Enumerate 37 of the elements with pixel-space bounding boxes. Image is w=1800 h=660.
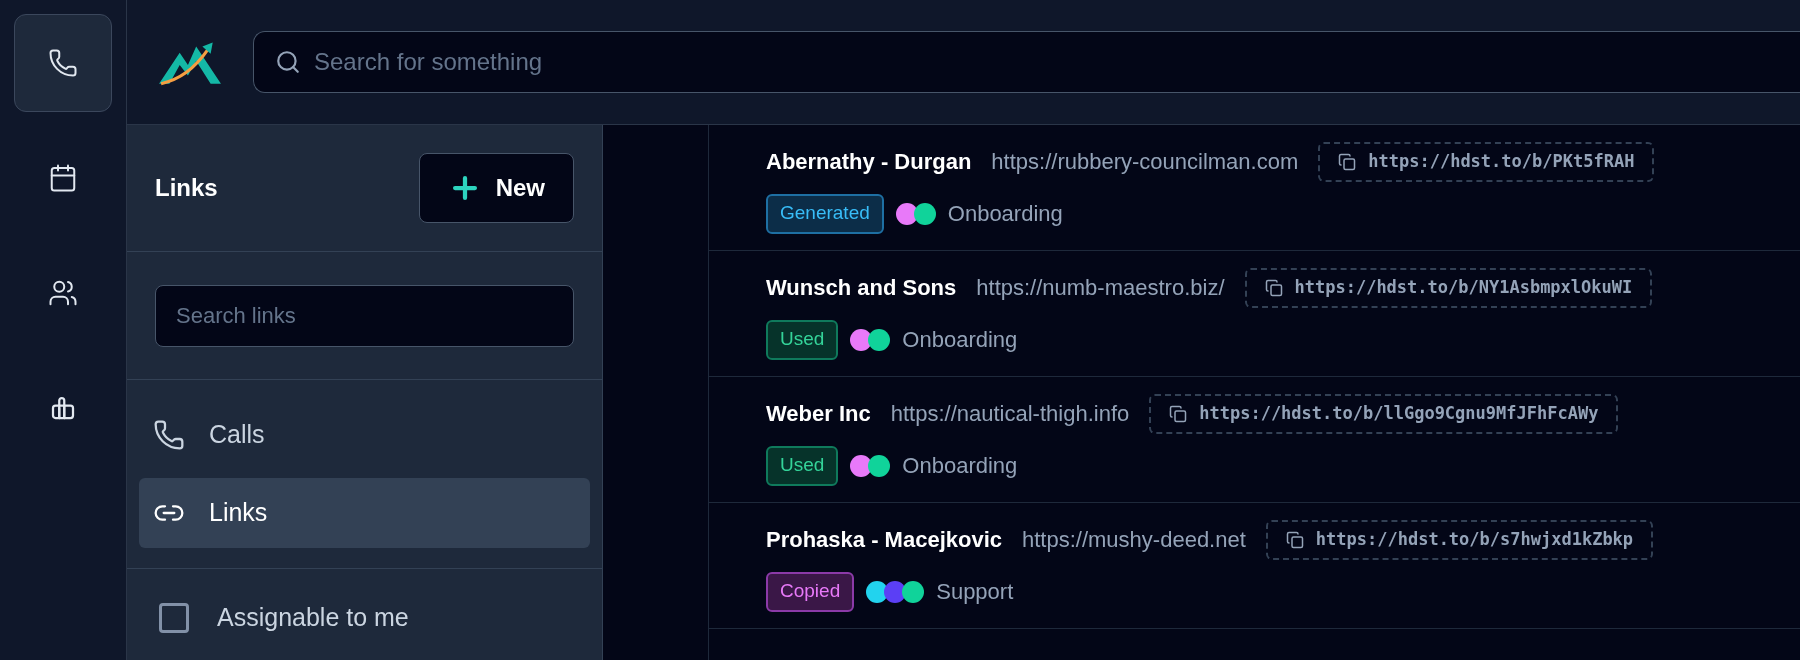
- short-link-button[interactable]: https://hdst.to/b/llGgo9Cgnu9MfJFhFcAWy: [1149, 393, 1619, 434]
- sidebar-item[interactable]: Calls: [139, 400, 590, 470]
- company-name: Prohaska - Macejkovic: [766, 526, 1002, 554]
- copy-icon: [1169, 404, 1188, 423]
- phone-icon: [153, 419, 185, 451]
- copy-icon: [1338, 152, 1357, 171]
- search-field[interactable]: Search for something: [253, 31, 1800, 93]
- group-label: Onboarding: [902, 326, 1018, 354]
- new-button[interactable]: New: [418, 153, 574, 223]
- checkbox[interactable]: [159, 602, 189, 633]
- users-icon: [48, 278, 78, 308]
- checkbox-label: Assignable to me: [217, 602, 409, 633]
- company-name: Wunsch and Sons: [766, 274, 957, 302]
- website-link[interactable]: https://mushy-deed.net: [1022, 523, 1246, 556]
- group-label: Onboarding: [902, 452, 1018, 480]
- short-link-button[interactable]: https://hdst.to/b/NY1AsbmpxlOkuWI: [1244, 267, 1653, 308]
- website-link[interactable]: https://nautical-thigh.info: [890, 397, 1130, 430]
- company-name: Abernathy - Durgan: [766, 148, 972, 176]
- website-link[interactable]: https://numb-maestro.biz/: [976, 271, 1225, 304]
- company-name: Weber Inc: [766, 400, 871, 428]
- short-link-button[interactable]: https://hdst.to/b/PKt5fRAH: [1318, 141, 1655, 182]
- search-icon: [275, 49, 301, 75]
- status-badge: Generated: [766, 193, 884, 234]
- phone-icon: [48, 48, 78, 78]
- website-link[interactable]: https://rubbery-councilman.com: [991, 145, 1299, 178]
- copy-icon: [1264, 278, 1283, 297]
- calendar-icon: [48, 163, 78, 193]
- panel-title: Links: [155, 173, 218, 203]
- copy-icon: [1285, 530, 1304, 549]
- status-badge: Used: [766, 319, 839, 360]
- sidebar-item[interactable]: Links: [139, 478, 590, 548]
- group-label: Support: [936, 578, 1014, 606]
- group-label: Onboarding: [947, 200, 1063, 228]
- status-badge: Used: [766, 445, 839, 486]
- search-links-field[interactable]: Search links: [155, 284, 574, 347]
- status-badge: Copied: [766, 571, 855, 612]
- short-link-button[interactable]: https://hdst.to/b/s7hwjxd1kZbkp: [1265, 519, 1654, 560]
